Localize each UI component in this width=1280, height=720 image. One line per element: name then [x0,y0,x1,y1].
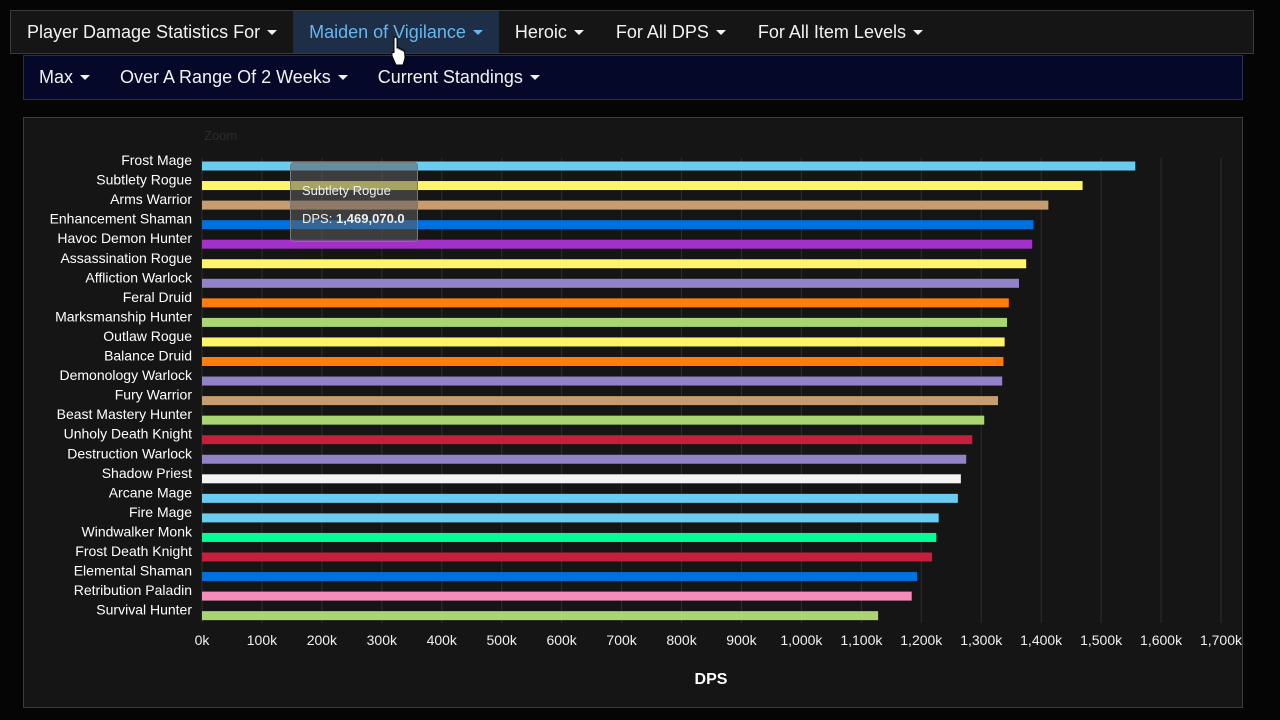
caret-down-icon [337,75,348,80]
x-tick-labels: 0k 100k 200k 300k 400k 500k 600k 700k 800k 900k 1,… [195,632,1242,648]
x-tick-label: 1,400k [1020,632,1063,648]
bar[interactable] [202,552,933,562]
mouse-pointer-icon [391,36,406,66]
bar[interactable] [202,435,973,445]
bar[interactable] [202,572,918,582]
category-label: Windwalker Monk [82,523,193,539]
category-label: Fire Mage [129,504,192,520]
x-tick-label: 1,500k [1080,632,1123,648]
tooltip-metric-label: DPS: [302,211,333,226]
category-label: Elemental Shaman [74,563,192,579]
filter-role-dropdown[interactable]: For All DPS [600,11,742,53]
filter-label: Current Standings [377,67,523,87]
bar[interactable] [202,337,1005,347]
x-tick-label: 0k [195,632,211,648]
bar[interactable] [202,474,961,484]
tooltip-series-name: Subtlety Rogue [302,183,391,198]
x-tick-label: 1,700k [1200,632,1242,648]
chart-panel: Zoom Frost Mage Subtlety Rogue Arms Warrio… [23,117,1243,708]
x-tick-label: 300k [367,632,398,648]
caret-down-icon [80,75,91,80]
filter-stat-type-dropdown[interactable]: Player Damage Statistics For [11,11,293,53]
filter-aggregate-dropdown[interactable]: Max [24,56,105,99]
bar[interactable] [202,611,879,621]
category-label: Unholy Death Knight [64,426,193,442]
category-label: Affliction Warlock [85,269,193,285]
category-label: Destruction Warlock [67,445,193,461]
category-label: Arms Warrior [110,191,192,207]
bar[interactable] [202,415,985,425]
x-tick-label: 1,200k [900,632,943,648]
bar[interactable] [202,493,958,503]
category-label: Balance Druid [104,348,192,364]
category-label: Demonology Warlock [59,367,193,383]
category-label: Assassination Rogue [60,250,192,266]
x-axis-title: DPS [695,671,728,688]
filter-label: Heroic [514,21,567,42]
x-tick-label: 900k [726,632,757,648]
caret-down-icon [715,29,726,35]
category-label: Survival Hunter [96,602,192,618]
x-tick-label: 200k [307,632,338,648]
category-label: Outlaw Rogue [103,328,192,344]
category-label: Havoc Demon Hunter [57,230,192,246]
bar[interactable] [202,454,967,464]
filter-difficulty-dropdown[interactable]: Heroic [499,11,600,53]
category-labels: Frost Mage Subtlety Rogue Arms Warrior Enha… [50,152,193,618]
x-tick-label: 700k [606,632,637,648]
bar[interactable] [202,376,1003,386]
caret-down-icon [472,29,483,35]
caret-down-icon [267,29,278,35]
caret-down-icon [912,29,923,35]
category-label: Fury Warrior [115,387,193,403]
x-tick-label: 800k [666,632,697,648]
filter-label: For All Item Levels [757,21,906,42]
filter-label: For All DPS [615,21,709,42]
bar[interactable] [202,298,1009,308]
tooltip-value: 1,469,070.0 [335,211,405,226]
caret-down-icon [573,29,584,35]
filter-label: Maiden of Vigilance [309,21,466,42]
x-tick-label: 1,000k [780,632,823,648]
x-tick-label: 400k [427,632,458,648]
x-tick-label: 100k [247,632,278,648]
bar[interactable] [202,532,937,542]
category-label: Feral Druid [123,289,192,305]
category-label: Arcane Mage [109,484,192,500]
category-label: Frost Mage [121,152,192,168]
bar[interactable] [202,259,1027,269]
bar[interactable] [202,357,1004,366]
bar[interactable] [202,396,999,406]
secondary-filter-bar: Max Over A Range Of 2 Weeks Current Stan… [23,55,1243,100]
bar[interactable] [202,513,939,523]
category-label: Beast Mastery Hunter [57,406,193,422]
x-tick-label: 1,100k [840,632,883,648]
filter-label: Max [39,67,74,87]
primary-filter-bar: Player Damage Statistics For Maiden of V… [10,10,1254,54]
x-tick-label: 600k [546,632,577,648]
category-label: Shadow Priest [102,465,192,481]
bar-tooltip: Subtlety Rogue DPS: 1,469,070.0 [290,162,418,242]
filter-time-range-dropdown[interactable]: Over A Range Of 2 Weeks [105,56,363,99]
category-label: Enhancement Shaman [50,211,192,227]
bar[interactable] [202,278,1019,288]
category-label: Retribution Paladin [74,582,192,598]
x-tick-label: 1,300k [960,632,1003,648]
bar[interactable] [202,591,912,601]
category-label: Frost Death Knight [75,543,192,559]
bar[interactable] [202,317,1008,327]
category-label: Subtlety Rogue [96,172,192,188]
zoom-label[interactable]: Zoom [204,128,237,143]
x-tick-label: 500k [487,632,518,648]
filter-label: Player Damage Statistics For [27,21,261,42]
filter-label: Over A Range Of 2 Weeks [120,67,331,87]
x-tick-label: 1,600k [1140,632,1183,648]
dps-bar-chart: Zoom Frost Mage Subtlety Rogue Arms Warrio… [50,128,1242,688]
category-label: Marksmanship Hunter [55,308,192,324]
caret-down-icon [529,75,540,80]
filter-item-level-dropdown[interactable]: For All Item Levels [742,11,939,53]
